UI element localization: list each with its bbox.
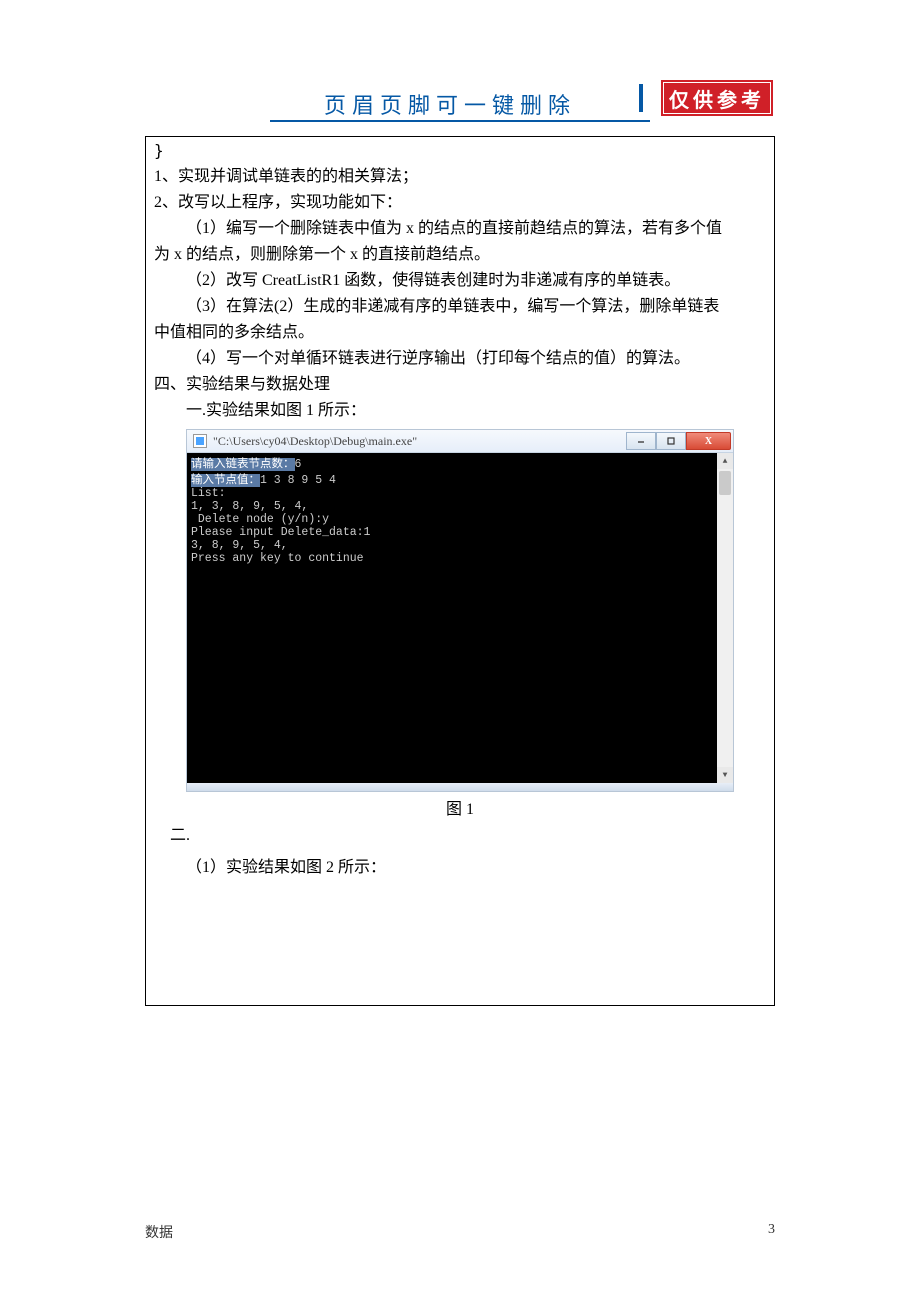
scrollbar[interactable]: ▲ ▼ xyxy=(717,453,733,783)
footer-page-number: 3 xyxy=(768,1222,775,1242)
console-line: Delete node (y/n):y xyxy=(191,513,329,526)
console-line: Please input Delete_data:1 xyxy=(191,526,370,539)
console-line: 1, 3, 8, 9, 5, 4, xyxy=(191,500,308,513)
window-controls: X xyxy=(626,432,733,450)
text-line: （3）在算法(2）生成的非递减有序的单链表中，编写一个算法，删除单链表 xyxy=(154,295,766,319)
close-button[interactable]: X xyxy=(686,432,731,450)
console-line: List: xyxy=(191,487,226,500)
figure2-note: （1）实验结果如图 2 所示： xyxy=(154,856,766,880)
content-frame: } 1、实现并调试单链表的的相关算法； 2、改写以上程序，实现功能如下： （1）… xyxy=(145,136,775,1006)
console-line: Press any key to continue xyxy=(191,552,364,565)
figure1-console-screenshot: "C:\Users\cy04\Desktop\Debug\main.exe" X… xyxy=(186,429,734,792)
text-line: （4）写一个对单循环链表进行逆序输出（打印每个结点的值）的算法。 xyxy=(154,347,766,371)
page-header: 页眉页脚可一键删除 xyxy=(0,0,920,136)
window-bottom-border xyxy=(187,783,733,791)
code-close-brace: } xyxy=(154,139,766,163)
app-icon xyxy=(193,434,207,448)
text-line: 2、改写以上程序，实现功能如下： xyxy=(154,191,766,215)
titlebar: "C:\Users\cy04\Desktop\Debug\main.exe" X xyxy=(187,430,733,453)
text-line: （1）编写一个删除链表中值为 x 的结点的直接前趋结点的算法，若有多个值 xyxy=(154,217,766,241)
header-title: 页眉页脚可一键删除 xyxy=(324,88,596,120)
window-title: "C:\Users\cy04\Desktop\Debug\main.exe" xyxy=(213,434,417,449)
reference-only-stamp: 仅供参考 xyxy=(661,80,773,116)
console-line: 请输入链表节点数： xyxy=(191,458,295,471)
scroll-thumb[interactable] xyxy=(719,471,731,495)
text-line: （2）改写 CreatListR1 函数，使得链表创建时为非递减有序的单链表。 xyxy=(154,269,766,293)
console-line: 3, 8, 9, 5, 4, xyxy=(191,539,288,552)
section-two-label: 二. xyxy=(154,824,766,848)
figure1-caption: 图 1 xyxy=(154,798,766,822)
console-window: "C:\Users\cy04\Desktop\Debug\main.exe" X… xyxy=(186,429,734,792)
section-heading-4: 四、实验结果与数据处理 xyxy=(154,373,766,397)
console-line: 输入节点值： xyxy=(191,474,260,487)
scroll-down-icon[interactable]: ▼ xyxy=(717,767,733,783)
console-output: 请输入链表节点数：6 输入节点值：1 3 8 9 5 4 List: 1, 3,… xyxy=(187,453,733,783)
footer-left: 数据 xyxy=(145,1222,173,1242)
header-underline xyxy=(270,120,650,122)
scroll-up-icon[interactable]: ▲ xyxy=(717,453,733,469)
text-line: 为 x 的结点，则删除第一个 x 的直接前趋结点。 xyxy=(154,243,766,267)
figure1-note: 一.实验结果如图 1 所示： xyxy=(154,399,766,423)
text-line: 中值相同的多余结点。 xyxy=(154,321,766,345)
page-footer: 数据 3 xyxy=(145,1222,775,1242)
text-line: 1、实现并调试单链表的的相关算法； xyxy=(154,165,766,189)
minimize-button[interactable] xyxy=(626,432,656,450)
maximize-button[interactable] xyxy=(656,432,686,450)
